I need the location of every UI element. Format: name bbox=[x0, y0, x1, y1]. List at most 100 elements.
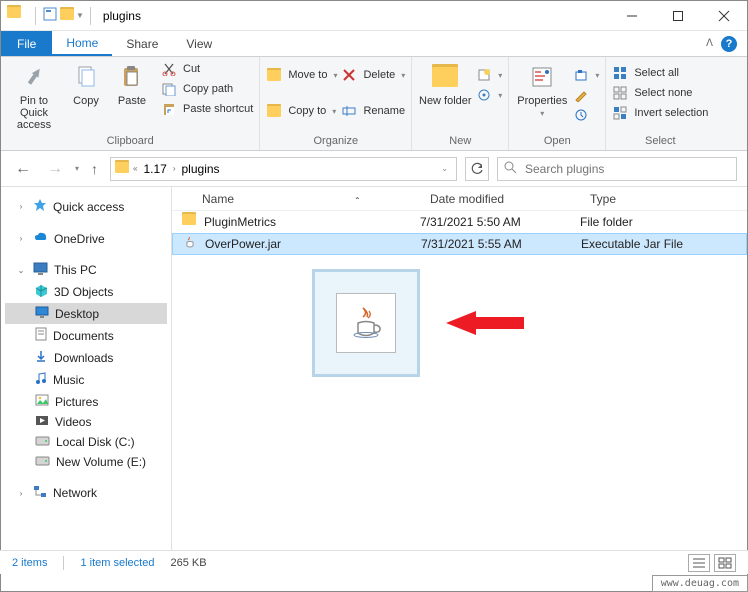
ribbon-group-new: New folder ▾ ▾ New bbox=[412, 57, 509, 150]
folder-icon bbox=[7, 7, 25, 25]
tab-share[interactable]: Share bbox=[112, 31, 172, 56]
rename-icon bbox=[341, 103, 357, 119]
copy-to-button[interactable]: Copy to ▾ bbox=[266, 103, 337, 119]
address-bar: ← → ▾ ↑ « 1.17 › plugins ⌄ bbox=[1, 151, 747, 187]
drive-icon bbox=[35, 455, 50, 469]
status-item-count: 2 items bbox=[12, 557, 47, 569]
copy-path-button[interactable]: Copy path bbox=[161, 81, 253, 97]
group-label-organize: Organize bbox=[266, 133, 405, 150]
sidebar-item-quick-access[interactable]: › Quick access bbox=[5, 195, 167, 218]
ribbon-right: ᐱ ? bbox=[706, 36, 747, 52]
navigation-pane: › Quick access › OneDrive ⌄ This PC 3D O… bbox=[1, 187, 171, 567]
delete-icon bbox=[341, 67, 357, 83]
chevron-right-icon[interactable]: › bbox=[15, 489, 27, 498]
history-button[interactable] bbox=[573, 107, 599, 123]
qat-dropdown-icon[interactable]: ▼ bbox=[76, 11, 84, 20]
column-header-date[interactable]: Date modified bbox=[420, 192, 580, 206]
invert-selection-button[interactable]: Invert selection bbox=[612, 105, 708, 121]
window-controls bbox=[609, 1, 747, 31]
properties-button[interactable]: Properties ▾ bbox=[515, 61, 569, 118]
close-button[interactable] bbox=[701, 1, 747, 31]
sidebar-item-this-pc[interactable]: ⌄ This PC bbox=[5, 259, 167, 281]
sidebar-item-documents[interactable]: Documents bbox=[5, 324, 167, 347]
properties-label: Properties bbox=[517, 95, 567, 107]
view-large-icons-button[interactable] bbox=[714, 554, 736, 572]
breadcrumb-current[interactable]: plugins bbox=[180, 162, 222, 176]
select-none-button[interactable]: Select none bbox=[612, 85, 708, 101]
delete-button[interactable]: Delete ▾ bbox=[341, 67, 405, 83]
drag-preview bbox=[312, 269, 420, 377]
pin-to-quick-access-button[interactable]: Pin to Quick access bbox=[7, 61, 61, 131]
refresh-button[interactable] bbox=[465, 157, 489, 181]
sidebar-item-3d-objects[interactable]: 3D Objects bbox=[5, 281, 167, 303]
paste-button[interactable]: Paste bbox=[111, 61, 153, 107]
easy-access-button[interactable]: ▾ bbox=[476, 87, 502, 103]
pin-label: Pin to Quick access bbox=[7, 95, 61, 131]
history-dropdown-icon[interactable]: ▾ bbox=[75, 164, 79, 173]
new-item-button[interactable]: ▾ bbox=[476, 67, 502, 83]
sidebar-item-music[interactable]: Music bbox=[5, 369, 167, 391]
forward-button[interactable]: → bbox=[43, 160, 67, 178]
column-header-name[interactable]: Name⌃ bbox=[172, 192, 420, 206]
cut-button[interactable]: Cut bbox=[161, 61, 253, 77]
sidebar-item-videos[interactable]: Videos bbox=[5, 412, 167, 432]
open-icon bbox=[573, 67, 589, 83]
title-bar: ▼ plugins bbox=[1, 1, 747, 31]
qat-properties-icon[interactable] bbox=[42, 6, 58, 25]
status-bar: 2 items 1 item selected 265 KB bbox=[0, 550, 748, 574]
move-to-button[interactable]: Move to ▾ bbox=[266, 67, 337, 83]
chevron-right-icon[interactable]: › bbox=[15, 202, 27, 211]
copy-to-icon bbox=[266, 103, 282, 119]
group-label-open: Open bbox=[515, 133, 599, 150]
paste-icon bbox=[116, 61, 148, 93]
tab-file[interactable]: File bbox=[1, 31, 52, 56]
select-all-button[interactable]: Select all bbox=[612, 65, 708, 81]
copy-button[interactable]: Copy bbox=[65, 61, 107, 107]
back-button[interactable]: ← bbox=[11, 160, 35, 178]
edit-button[interactable] bbox=[573, 87, 599, 103]
collapse-ribbon-icon[interactable]: ᐱ bbox=[706, 38, 713, 49]
help-icon[interactable]: ? bbox=[721, 36, 737, 52]
sidebar-item-downloads[interactable]: Downloads bbox=[5, 347, 167, 369]
column-header-type[interactable]: Type bbox=[580, 192, 720, 206]
watermark: www.deuag.com bbox=[652, 575, 748, 592]
search-input[interactable] bbox=[523, 161, 730, 177]
sidebar-item-onedrive[interactable]: › OneDrive bbox=[5, 228, 167, 249]
sidebar-item-local-disk-c[interactable]: Local Disk (C:) bbox=[5, 432, 167, 452]
star-icon bbox=[33, 198, 47, 215]
new-folder-button[interactable]: New folder bbox=[418, 61, 472, 107]
sort-caret-icon: ⌃ bbox=[354, 196, 361, 205]
downloads-icon bbox=[35, 350, 48, 366]
breadcrumb-dropdown-icon[interactable]: ⌄ bbox=[441, 164, 448, 173]
tab-view[interactable]: View bbox=[172, 31, 226, 56]
sidebar-item-pictures[interactable]: Pictures bbox=[5, 391, 167, 412]
rename-button[interactable]: Rename bbox=[341, 103, 405, 119]
open-button[interactable]: ▾ bbox=[573, 67, 599, 83]
chevron-right-icon[interactable]: « bbox=[133, 164, 137, 173]
list-item[interactable]: PluginMetrics 7/31/2021 5:50 AM File fol… bbox=[172, 211, 747, 233]
search-box[interactable] bbox=[497, 157, 737, 181]
up-button[interactable]: ↑ bbox=[87, 161, 102, 177]
ribbon-group-select: Select all Select none Invert selection … bbox=[606, 57, 714, 150]
view-details-button[interactable] bbox=[688, 554, 710, 572]
copy-label: Copy bbox=[73, 95, 99, 107]
minimize-button[interactable] bbox=[609, 1, 655, 31]
paste-shortcut-button[interactable]: Paste shortcut bbox=[161, 101, 253, 117]
drive-icon bbox=[35, 435, 50, 449]
column-headers: Name⌃ Date modified Type bbox=[172, 187, 747, 211]
maximize-button[interactable] bbox=[655, 1, 701, 31]
paste-shortcut-icon bbox=[161, 101, 177, 117]
sidebar-item-new-volume[interactable]: New Volume (E:) bbox=[5, 452, 167, 472]
breadcrumb-parent[interactable]: 1.17 bbox=[141, 162, 168, 176]
qat-new-folder-icon[interactable] bbox=[60, 9, 74, 23]
network-icon bbox=[33, 485, 47, 501]
videos-icon bbox=[35, 415, 49, 429]
list-item[interactable]: OverPower.jar 7/31/2021 5:55 AM Executab… bbox=[172, 233, 747, 255]
sidebar-item-desktop[interactable]: Desktop bbox=[5, 303, 167, 324]
breadcrumb[interactable]: « 1.17 › plugins ⌄ bbox=[110, 157, 457, 181]
search-icon bbox=[504, 161, 517, 177]
chevron-right-icon[interactable]: › bbox=[15, 234, 27, 243]
chevron-down-icon[interactable]: ⌄ bbox=[15, 266, 27, 275]
sidebar-item-network[interactable]: › Network bbox=[5, 482, 167, 504]
tab-home[interactable]: Home bbox=[52, 31, 112, 56]
